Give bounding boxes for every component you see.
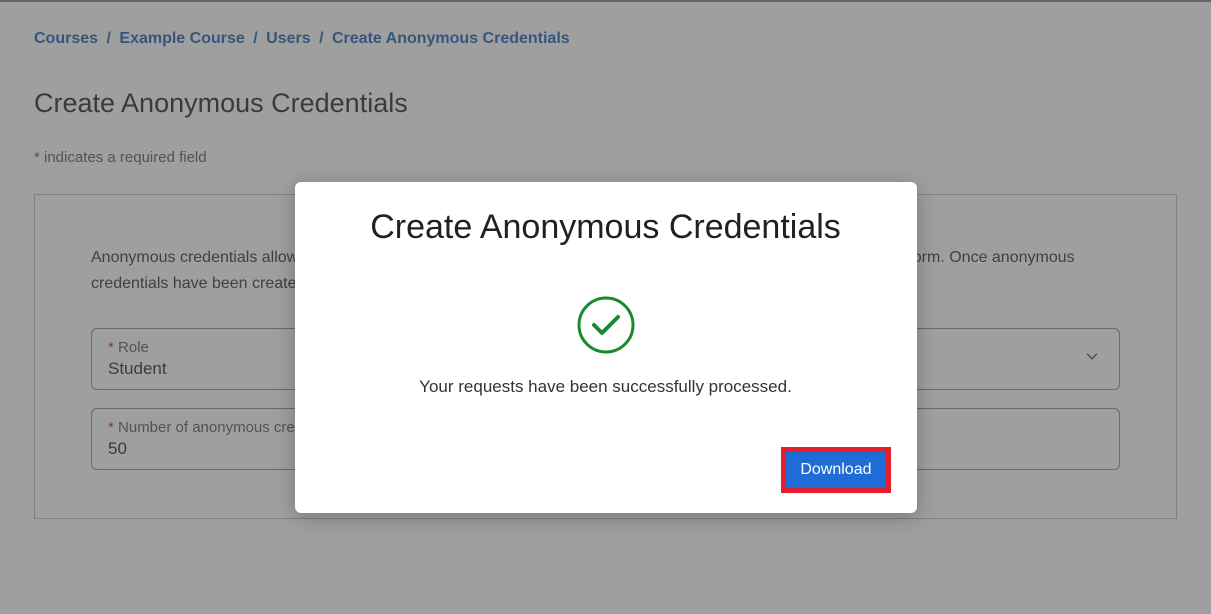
modal-actions: Download [321,447,891,493]
modal-title: Create Anonymous Credentials [321,208,891,247]
modal: Create Anonymous Credentials Your reques… [295,182,917,513]
download-highlight: Download [781,447,890,493]
download-button[interactable]: Download [786,452,885,488]
modal-overlay[interactable]: Create Anonymous Credentials Your reques… [0,0,1211,614]
modal-message: Your requests have been successfully pro… [321,377,891,397]
success-check-icon [321,295,891,355]
